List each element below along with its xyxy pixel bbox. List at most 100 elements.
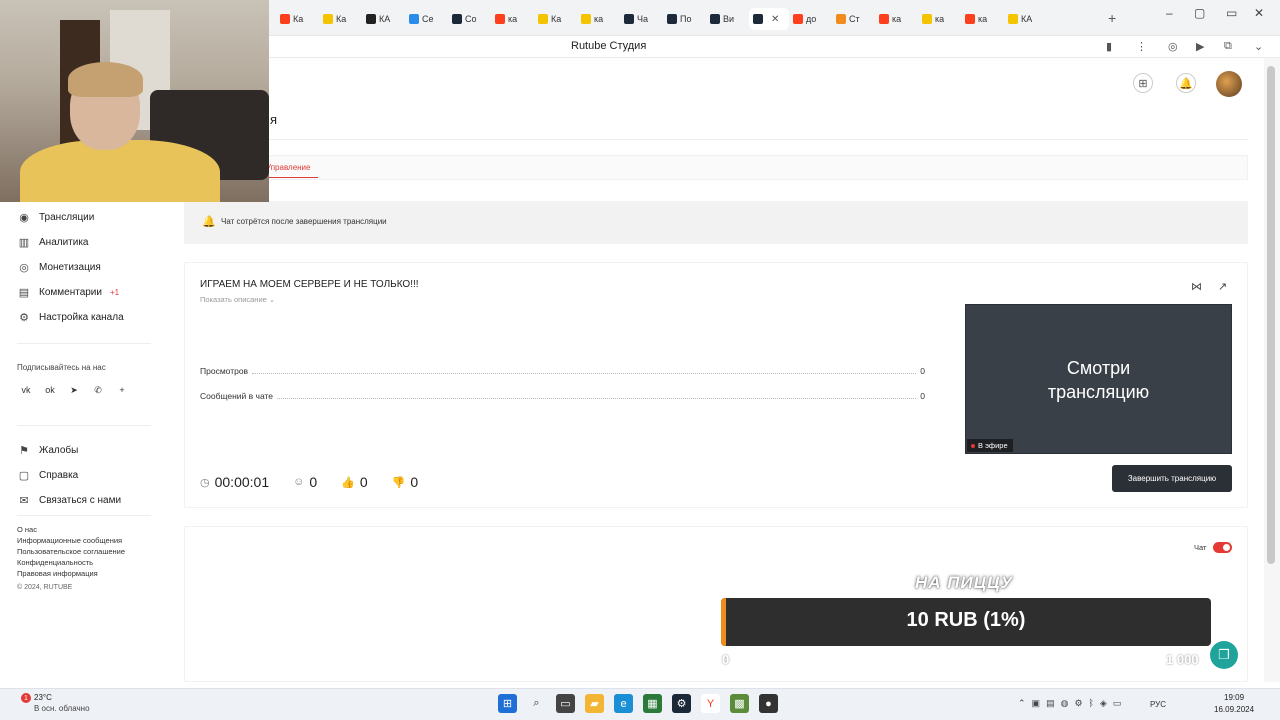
sidebar-item-broadcasts[interactable]: ◉ Трансляции [17, 210, 94, 224]
browser-tab[interactable]: По [663, 8, 706, 30]
thumbs-down-icon: 👎 [391, 476, 406, 489]
telegram-icon[interactable]: ➤ [65, 383, 83, 397]
new-tab-button[interactable]: + [1108, 10, 1116, 26]
browser-tab-label: КА [379, 14, 391, 24]
browser-tab[interactable]: КА [362, 8, 405, 30]
sidebar-item-contact[interactable]: ✉ Связаться с нами [17, 493, 121, 507]
footer-link-info[interactable]: Информационные сообщения [17, 536, 122, 545]
notification-bell-icon[interactable]: 🔔 [1176, 73, 1196, 93]
browser-tab[interactable]: Ка [319, 8, 362, 30]
open-external-icon[interactable]: ↗ [1218, 280, 1227, 293]
play-icon [581, 14, 591, 24]
browser-tab[interactable]: ка [491, 8, 534, 30]
browser-tab-label: КА [1021, 14, 1033, 24]
browser-tab[interactable]: Ка [534, 8, 577, 30]
sidebar-item-comments[interactable]: ▤ Комментарии +1 [17, 285, 119, 299]
tray-sync-icon[interactable]: ◍ [1061, 698, 1069, 709]
nvidia-icon[interactable]: ▣ [1032, 698, 1041, 709]
viber-icon[interactable]: ✆ [89, 383, 107, 397]
downloads-icon[interactable]: ⧉ [1224, 40, 1232, 53]
minimize-icon[interactable]: – [1166, 6, 1173, 20]
browser-tab[interactable]: КА [1004, 8, 1047, 30]
chat-toggle[interactable] [1213, 542, 1232, 553]
sidebar-divider [17, 515, 151, 516]
more-icon[interactable]: + [113, 383, 131, 397]
chevron-down-icon[interactable]: ⌄ [1254, 40, 1263, 53]
media-icon[interactable]: ▶ [1196, 40, 1204, 53]
sidebar-item-complaints[interactable]: ⚑ Жалобы [17, 443, 78, 457]
scrollbar-thumb[interactable] [1267, 66, 1275, 564]
minecraft-icon[interactable]: ▩ [730, 694, 749, 713]
show-description-link[interactable]: Показать описание ⌄ [200, 295, 275, 304]
end-broadcast-button[interactable]: Завершить трансляцию [1112, 465, 1232, 492]
browser-tab[interactable]: Ви [706, 8, 749, 30]
stat-value: 0 [920, 366, 925, 376]
sidebar-divider [17, 343, 151, 344]
tab-management[interactable]: Управление [266, 163, 310, 172]
footer-link-privacy[interactable]: Конфиденциальность [17, 558, 93, 567]
browser-tab[interactable]: ка [875, 8, 918, 30]
more-vert-icon[interactable]: ⋮ [1136, 40, 1147, 53]
browser-tab-label: ка [892, 14, 902, 24]
preview-text-line: Смотри [1066, 358, 1131, 378]
share-icon[interactable]: ⋈ [1191, 280, 1202, 293]
browser-tab[interactable]: Ка [276, 8, 319, 30]
edge-icon[interactable]: e [614, 694, 633, 713]
windows-start-icon[interactable]: ⊞ [498, 694, 517, 713]
clock-date[interactable]: 16.09.2024 [1214, 705, 1254, 714]
maximize-icon[interactable]: ▭ [1226, 6, 1237, 20]
file-explorer-icon[interactable]: ▰ [585, 694, 604, 713]
display-icon[interactable]: ▭ [1113, 698, 1122, 709]
weather-temperature[interactable]: 23°C [34, 693, 52, 702]
browser-tab[interactable]: Ча [620, 8, 663, 30]
tray-app-icon[interactable]: ▤ [1046, 698, 1055, 709]
browser-tab[interactable]: ка [918, 8, 961, 30]
upload-icon[interactable]: ⊞ [1133, 73, 1153, 93]
browser-tab[interactable]: Со [448, 8, 491, 30]
close-tab-icon[interactable]: ✕ [771, 14, 779, 25]
sidebar-item-channel-settings[interactable]: ⚙ Настройка канала [17, 310, 124, 324]
donation-goal-title: НА ПИЦЦУ [915, 573, 1014, 592]
tray-shield-icon[interactable]: ◈ [1100, 698, 1107, 709]
search-icon[interactable]: ⌕ [527, 694, 546, 713]
browser-tab[interactable]: до [789, 8, 832, 30]
task-view-icon[interactable]: ▭ [556, 694, 575, 713]
chevron-up-icon[interactable]: ⌃ [1018, 698, 1026, 709]
vk-icon[interactable]: vk [17, 383, 35, 397]
follow-us-label: Подписывайтесь на нас [17, 363, 106, 372]
sidebar-item-help[interactable]: ▢ Справка [17, 468, 78, 482]
steam-icon[interactable]: ⚙ [672, 694, 691, 713]
browser-tab[interactable]: Се [405, 8, 448, 30]
restore-icon[interactable]: ▢ [1194, 6, 1205, 20]
store-icon[interactable]: ▦ [643, 694, 662, 713]
input-language[interactable]: РУС [1150, 700, 1166, 709]
sidebar-item-analytics[interactable]: ▥ Аналитика [17, 235, 89, 249]
page-title: я [270, 112, 278, 127]
play-icon [1008, 14, 1018, 24]
weather-description[interactable]: В осн. облачно [34, 704, 90, 713]
footer-link-legal[interactable]: Правовая информация [17, 569, 98, 578]
obs-icon[interactable]: ● [759, 694, 778, 713]
weather-badge[interactable]: 1 [21, 693, 31, 703]
yandex-browser-icon[interactable]: Y [701, 694, 720, 713]
header-divider [183, 139, 1248, 140]
sidebar-item-label: Связаться с нами [39, 494, 122, 506]
browser-tab[interactable]: Ст [832, 8, 875, 30]
stream-title: ИГРАЕМ НА МОЕМ СЕРВЕРЕ И НЕ ТОЛЬКО!!! [200, 279, 419, 290]
extension-icon[interactable]: ◎ [1168, 40, 1178, 53]
avatar[interactable] [1216, 71, 1242, 97]
browser-tab-label: Ка [551, 14, 562, 24]
steam-tray-icon[interactable]: ⚙ [1074, 698, 1082, 709]
clock-time[interactable]: 19:09 [1224, 693, 1244, 702]
browser-tab[interactable]: ✕ [749, 8, 789, 30]
odnoklassniki-icon[interactable]: ok [41, 383, 59, 397]
bookmark-icon[interactable]: ▮ [1106, 40, 1112, 53]
sidebar-item-monetization[interactable]: ◎ Монетизация [17, 260, 101, 274]
browser-tab[interactable]: ка [961, 8, 1004, 30]
footer-link-about[interactable]: О нас [17, 525, 37, 534]
support-chat-icon[interactable]: ❐ [1210, 641, 1238, 669]
close-window-icon[interactable]: ✕ [1254, 6, 1264, 20]
browser-tab[interactable]: ка [577, 8, 620, 30]
bluetooth-icon[interactable]: ᛒ [1089, 698, 1094, 709]
footer-link-terms[interactable]: Пользовательское соглашение [17, 547, 125, 556]
